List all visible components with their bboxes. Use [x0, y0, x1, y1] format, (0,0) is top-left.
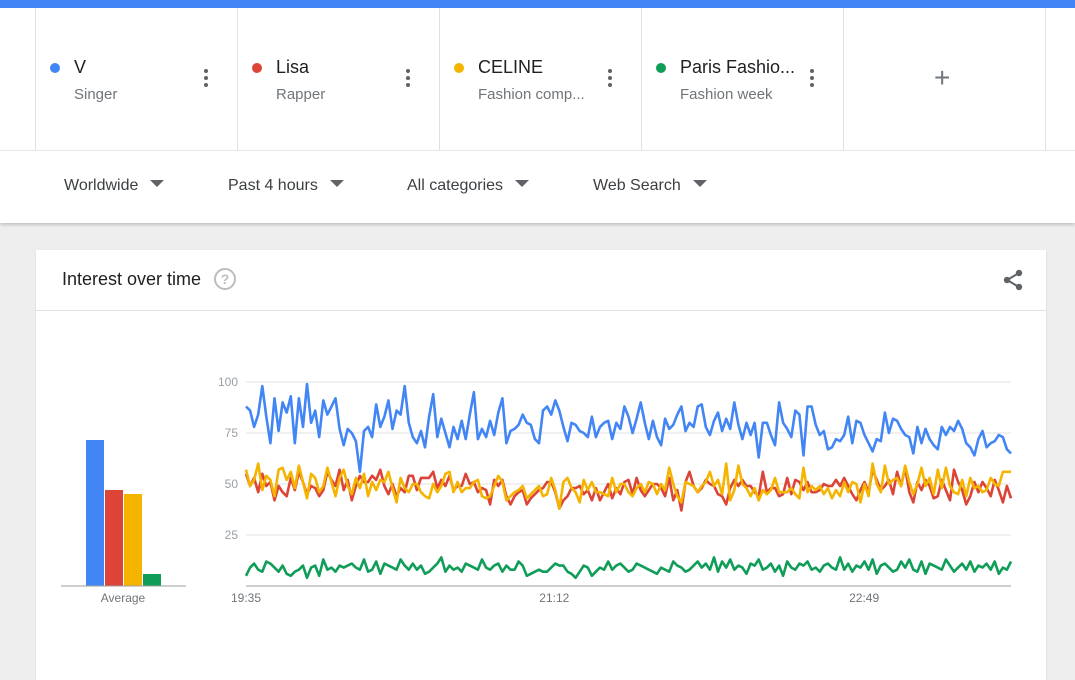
more-options-icon[interactable]: [604, 69, 616, 89]
term-card-1[interactable]: V Singer: [35, 8, 236, 150]
term-name: V: [74, 57, 87, 77]
term-subtitle: Fashion week: [680, 86, 773, 103]
term-card-3[interactable]: CELINE Fashion comp...: [439, 8, 640, 150]
add-comparison-button[interactable]: +: [843, 8, 1046, 150]
plus-icon: +: [934, 62, 951, 93]
series-line-paris-fashion-week[interactable]: [244, 556, 1013, 580]
term-name: CELINE: [478, 57, 544, 77]
interest-chart: Average 25 50 75 100 19:35 21:12 22:49: [61, 375, 1013, 605]
term-subtitle: Fashion comp...: [478, 86, 585, 103]
term-color-dot: [656, 63, 666, 73]
y-tick-label: 50: [225, 477, 239, 491]
filter-bar: Worldwide Past 4 hours All categories We…: [0, 150, 1075, 223]
line-series-group[interactable]: [244, 382, 1013, 580]
dropdown-arrow-icon: [150, 180, 165, 187]
series-line-lisa[interactable]: [244, 466, 1013, 512]
y-tick-label: 100: [218, 375, 238, 389]
average-bar-1[interactable]: [86, 440, 104, 586]
y-tick-label: 75: [225, 426, 239, 440]
search-type-filter-label: Web Search: [593, 177, 681, 194]
term-color-dot: [454, 63, 464, 73]
time-filter-label: Past 4 hours: [228, 177, 318, 194]
series-line-v[interactable]: [245, 382, 1012, 474]
term-color-dot: [50, 63, 60, 73]
time-filter-dropdown[interactable]: Past 4 hours: [228, 177, 344, 195]
x-tick-label: 21:12: [539, 591, 569, 605]
average-bar-4[interactable]: [143, 574, 161, 586]
term-color-dot: [252, 63, 262, 73]
dropdown-arrow-icon: [515, 180, 530, 187]
region-filter-label: Worldwide: [64, 177, 139, 194]
comparison-terms-row: V Singer Lisa Rapper CELINE Fashion comp…: [0, 8, 1075, 150]
average-bar-2[interactable]: [105, 490, 123, 586]
x-tick-label: 19:35: [231, 591, 261, 605]
region-filter-dropdown[interactable]: Worldwide: [64, 177, 165, 195]
dropdown-arrow-icon: [329, 180, 344, 187]
dropdown-arrow-icon: [692, 180, 707, 187]
average-bar-3[interactable]: [124, 494, 142, 586]
average-label: Average: [101, 591, 146, 605]
term-subtitle: Rapper: [276, 86, 326, 103]
category-filter-label: All categories: [407, 177, 504, 194]
term-name: Lisa: [276, 57, 310, 77]
interest-over-time-card: Interest over time ? Average 25 50 75 100 1…: [36, 250, 1046, 680]
term-subtitle: Singer: [74, 86, 118, 103]
more-options-icon[interactable]: [200, 69, 212, 89]
y-tick-label: 25: [225, 528, 239, 542]
more-options-icon[interactable]: [806, 69, 818, 89]
average-bar-chart: [86, 440, 161, 586]
y-axis-labels: 25 50 75 100: [218, 375, 238, 542]
term-card-4[interactable]: Paris Fashio... Fashion week: [641, 8, 842, 150]
more-options-icon[interactable]: [402, 69, 414, 89]
x-tick-label: 22:49: [849, 591, 879, 605]
term-name: Paris Fashio...: [680, 57, 796, 77]
x-axis-labels: 19:35 21:12 22:49: [231, 591, 879, 605]
search-type-filter-dropdown[interactable]: Web Search: [593, 177, 707, 195]
category-filter-dropdown[interactable]: All categories: [407, 177, 530, 195]
top-accent-bar: [0, 0, 1075, 8]
term-card-2[interactable]: Lisa Rapper: [237, 8, 438, 150]
